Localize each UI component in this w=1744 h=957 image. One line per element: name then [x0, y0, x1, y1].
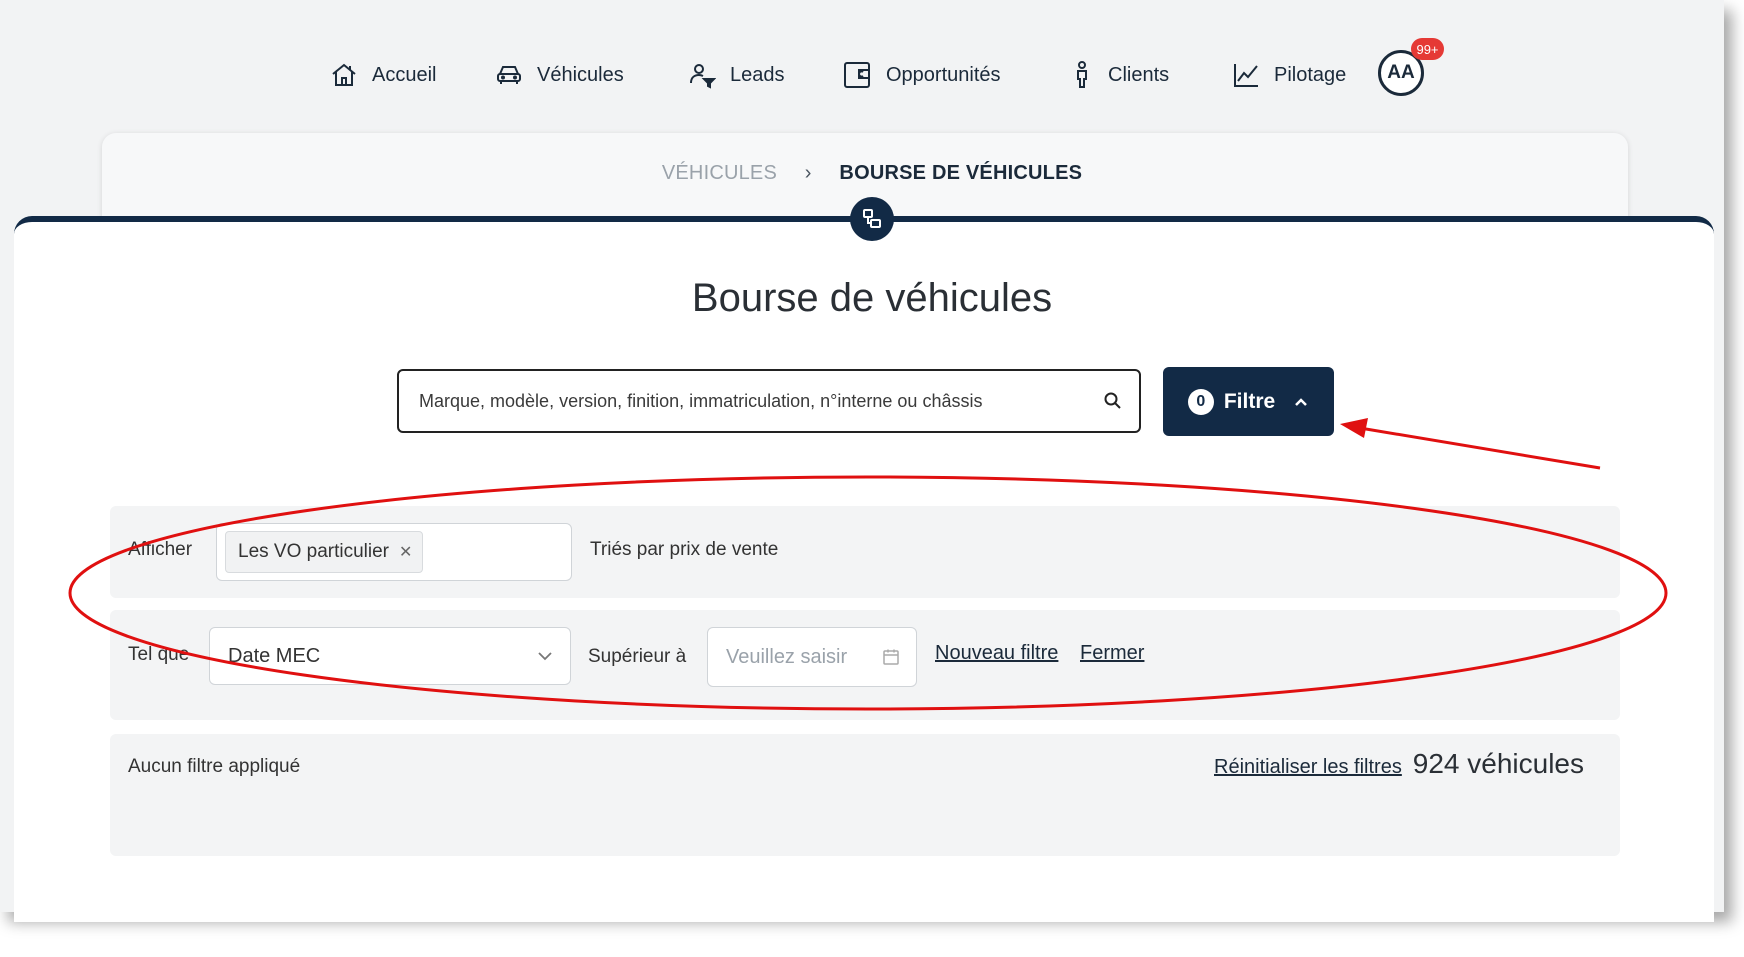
sort-text: Triés par prix de vente	[590, 539, 779, 560]
nav-label: Leads	[730, 63, 785, 86]
field-select[interactable]: Date MEC	[209, 627, 571, 685]
chart-line-icon	[1234, 64, 1258, 87]
filter-toggle-button[interactable]: 0 Filtre	[1163, 367, 1334, 436]
vehicle-count: 924 véhicules	[1412, 748, 1584, 779]
applied-filters-text: Aucun filtre appliqué	[128, 756, 301, 777]
tag-label: Les VO particulier	[238, 541, 390, 562]
date-picker-input[interactable]: Veuillez saisir	[707, 627, 917, 687]
selected-tag: Les VO particulier ✕	[225, 531, 424, 573]
app-screen: Accueil Véhicules Leads Opportunités Cli…	[0, 0, 1724, 922]
breadcrumb-parent[interactable]: VÉHICULES	[662, 162, 777, 184]
show-label: Afficher	[128, 539, 193, 560]
nav-item-accueil[interactable]: Accueil	[330, 50, 436, 100]
page-title: Bourse de véhicules	[691, 276, 1053, 320]
nav-item-clients[interactable]: Clients	[1070, 50, 1169, 100]
filter-button-label: Filtre	[1223, 389, 1276, 413]
notification-badge: 99+	[1411, 38, 1444, 60]
nav-item-vehicules[interactable]: Véhicules	[495, 50, 624, 100]
nav-label: Clients	[1108, 63, 1170, 86]
chevron-right-icon: ›	[804, 162, 812, 184]
nav-label: Opportunités	[886, 63, 1001, 86]
filter-summary-panel	[110, 734, 1620, 856]
search-icon[interactable]	[1103, 391, 1123, 411]
operator-label: Supérieur à	[588, 646, 687, 667]
reset-filters-link[interactable]: Réinitialiser les filtres	[1214, 756, 1402, 779]
chevron-up-icon	[1295, 397, 1308, 406]
condition-label: Tel que	[128, 644, 190, 665]
date-placeholder: Veuillez saisir	[726, 645, 848, 668]
search-box	[397, 369, 1141, 433]
nav-label: Véhicules	[537, 63, 624, 86]
top-navigation: Accueil Véhicules Leads Opportunités Cli…	[0, 38, 1724, 100]
close-filters-link[interactable]: Fermer	[1080, 642, 1144, 665]
search-input[interactable]	[417, 389, 1103, 413]
nav-label: Accueil	[372, 63, 437, 86]
exchange-icon	[850, 197, 894, 241]
field-select-value: Date MEC	[228, 644, 321, 667]
nav-item-pilotage[interactable]: Pilotage	[1232, 50, 1346, 100]
user-filter-icon	[690, 64, 716, 89]
chevron-down-icon	[538, 652, 552, 661]
breadcrumb: VÉHICULES › BOURSE DE VÉHICULES	[0, 162, 1744, 185]
new-filter-link[interactable]: Nouveau filtre	[935, 642, 1058, 665]
remove-tag-icon[interactable]: ✕	[399, 542, 412, 562]
nav-label: Pilotage	[1274, 63, 1347, 86]
home-icon	[332, 63, 356, 86]
car-icon	[497, 66, 521, 84]
nav-item-opportunites[interactable]: Opportunités	[842, 50, 1001, 100]
filter-count-badge: 0	[1187, 388, 1214, 415]
nav-item-leads[interactable]: Leads	[688, 50, 785, 100]
vehicle-type-multiselect[interactable]: Les VO particulier ✕	[216, 523, 572, 581]
wallet-icon	[844, 62, 870, 88]
breadcrumb-current: BOURSE DE VÉHICULES	[839, 162, 1083, 184]
person-icon	[1077, 61, 1087, 88]
avatar-initials: AA	[1387, 62, 1415, 83]
calendar-icon	[883, 649, 899, 665]
